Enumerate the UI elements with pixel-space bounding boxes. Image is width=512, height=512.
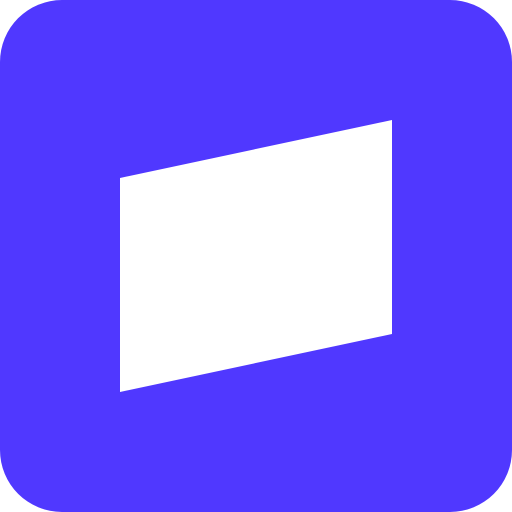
app-icon xyxy=(0,0,512,512)
app-logo-svg xyxy=(0,0,512,512)
